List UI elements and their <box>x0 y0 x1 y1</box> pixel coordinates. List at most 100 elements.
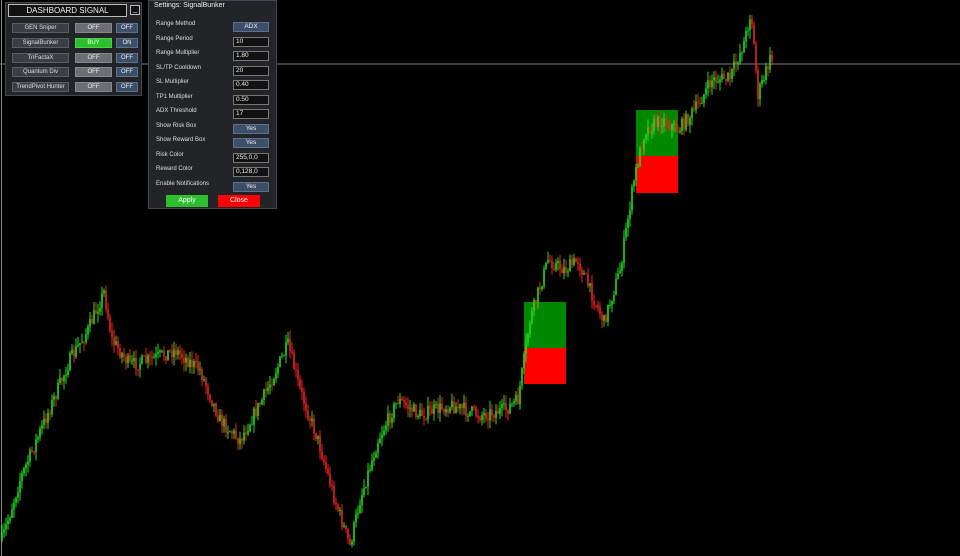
sltp-cooldown-input[interactable]: 20 <box>233 66 269 76</box>
candle-body <box>503 403 505 405</box>
toggle-button[interactable]: ON <box>116 38 138 48</box>
candle-body <box>239 438 241 444</box>
candle-body <box>175 349 177 356</box>
candle-body <box>587 274 589 287</box>
candle-body <box>317 435 319 440</box>
candle-body <box>235 430 237 438</box>
enable-notifications-button[interactable]: Yes <box>233 182 269 192</box>
candle-body <box>453 401 455 414</box>
candle-body <box>111 331 113 338</box>
candle-body <box>137 369 139 371</box>
candle-body <box>645 134 647 140</box>
candle-body <box>205 379 207 387</box>
apply-button[interactable]: Apply <box>166 195 208 207</box>
candle-body <box>385 425 387 431</box>
price-chart[interactable] <box>0 0 960 556</box>
candle-body <box>679 130 681 133</box>
indicator-name[interactable]: TrendPivot Hunter <box>12 82 69 92</box>
candle-body <box>149 355 151 357</box>
candle-body <box>227 431 229 433</box>
show-risk-box-button[interactable]: Yes <box>233 124 269 134</box>
candle-body <box>743 41 745 53</box>
candle-body <box>669 126 671 131</box>
tp1-multiplier-input[interactable]: 0.50 <box>233 95 269 105</box>
candle-body <box>151 356 153 359</box>
sl-multiplier-input[interactable]: 0.40 <box>233 80 269 90</box>
adx-threshold-input[interactable]: 17 <box>233 109 269 119</box>
candle-body <box>639 148 641 167</box>
candle-body <box>19 481 21 493</box>
candle-body <box>667 125 669 127</box>
candle-body <box>5 524 7 530</box>
candle-body <box>3 529 5 534</box>
candle-body <box>763 79 765 81</box>
candle-body <box>163 350 165 357</box>
candle-body <box>761 80 763 84</box>
candle-body <box>451 401 453 408</box>
candle-body <box>671 124 673 131</box>
candle-body <box>711 80 713 88</box>
candle-body <box>181 353 183 358</box>
candle-body <box>257 403 259 417</box>
signal-badge: OFF <box>75 82 112 92</box>
candle-body <box>661 125 663 128</box>
candle-body <box>519 385 521 405</box>
candle-body <box>387 413 389 426</box>
settings-title: Settings: SignalBunker <box>154 2 225 9</box>
candle-body <box>297 370 299 379</box>
range-multiplier-input[interactable]: 1.80 <box>233 51 269 61</box>
range-method-button[interactable]: ADX <box>233 22 269 32</box>
candle-body <box>443 409 445 413</box>
candle-body <box>125 356 127 364</box>
risk-color-input[interactable]: 255,0,0 <box>233 153 269 163</box>
candle-body <box>613 294 615 301</box>
toggle-button[interactable]: OFF <box>116 53 138 63</box>
candle-body <box>717 82 719 84</box>
candle-body <box>633 180 635 187</box>
reward-color-input[interactable]: 0,128,0 <box>233 167 269 177</box>
candle-body <box>691 108 693 118</box>
candle-body <box>597 305 599 308</box>
candle-body <box>71 349 73 354</box>
dashboard-row: Quantum Div OFF OFF <box>12 67 140 77</box>
toggle-button[interactable]: OFF <box>116 67 138 77</box>
candle-body <box>195 361 197 363</box>
toggle-button[interactable]: OFF <box>116 82 138 92</box>
toggle-button[interactable]: OFF <box>116 23 138 33</box>
candle-body <box>11 509 13 518</box>
range-period-input[interactable]: 10 <box>233 37 269 47</box>
candle-body <box>161 350 163 352</box>
candle-body <box>441 403 443 410</box>
candle-body <box>487 418 489 421</box>
candle-body <box>79 343 81 345</box>
candle-body <box>251 424 253 426</box>
indicator-name[interactable]: SignalBunker <box>12 38 69 48</box>
candle-body <box>355 514 357 523</box>
candle-body <box>567 271 569 273</box>
show-reward-box-button[interactable]: Yes <box>233 138 269 148</box>
candle-body <box>223 418 225 427</box>
candle-body <box>511 403 513 405</box>
candle-body <box>219 414 221 422</box>
close-button[interactable]: Close <box>218 195 260 207</box>
candle-body <box>377 443 379 453</box>
candle-body <box>577 261 579 264</box>
candle-body <box>681 118 683 131</box>
candle-body <box>271 384 273 386</box>
candle-body <box>445 409 447 413</box>
candle-body <box>735 61 737 64</box>
candle-body <box>403 400 405 403</box>
candle-body <box>81 341 83 344</box>
candle-body <box>23 468 25 474</box>
indicator-name[interactable]: TriFactaX <box>12 53 69 63</box>
candle-body <box>547 260 549 263</box>
candle-body <box>173 349 175 358</box>
candle-body <box>619 270 621 274</box>
indicator-name[interactable]: Quantum Div <box>12 67 69 77</box>
candle-body <box>413 404 415 412</box>
indicator-name[interactable]: GEN Sniper <box>12 23 69 33</box>
candle-body <box>233 430 235 434</box>
minimize-button[interactable]: _ <box>130 5 140 15</box>
candle-body <box>369 469 371 471</box>
candle-body <box>95 310 97 314</box>
